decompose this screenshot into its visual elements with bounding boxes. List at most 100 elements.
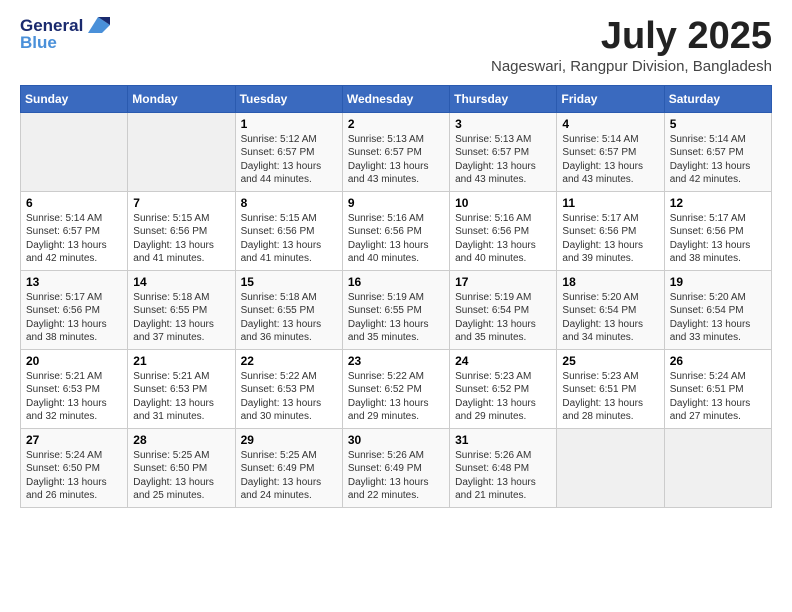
day-cell bbox=[557, 428, 664, 507]
day-number: 13 bbox=[26, 275, 122, 289]
day-cell: 9 Sunrise: 5:16 AMSunset: 6:56 PMDaylight… bbox=[342, 191, 449, 270]
day-cell: 15 Sunrise: 5:18 AMSunset: 6:55 PMDayligh… bbox=[235, 270, 342, 349]
day-info: Sunrise: 5:21 AMSunset: 6:53 PMDaylight:… bbox=[133, 370, 229, 424]
day-info: Sunrise: 5:19 AMSunset: 6:54 PMDaylight:… bbox=[455, 291, 551, 345]
day-cell: 5 Sunrise: 5:14 AMSunset: 6:57 PMDaylight… bbox=[664, 112, 771, 191]
day-info: Sunrise: 5:22 AMSunset: 6:52 PMDaylight:… bbox=[348, 370, 444, 424]
day-cell: 21 Sunrise: 5:21 AMSunset: 6:53 PMDayligh… bbox=[128, 349, 235, 428]
day-number: 28 bbox=[133, 433, 229, 447]
day-number: 24 bbox=[455, 354, 551, 368]
day-info: Sunrise: 5:14 AMSunset: 6:57 PMDaylight:… bbox=[26, 212, 122, 266]
day-number: 23 bbox=[348, 354, 444, 368]
day-cell: 20Sunrise: 5:21 AMSunset: 6:53 PMDayligh… bbox=[21, 349, 128, 428]
day-info: Sunrise: 5:15 AMSunset: 6:56 PMDaylight:… bbox=[133, 212, 229, 266]
day-number: 8 bbox=[241, 196, 337, 210]
day-cell: 19 Sunrise: 5:20 AMSunset: 6:54 PMDayligh… bbox=[664, 270, 771, 349]
day-number: 9 bbox=[348, 196, 444, 210]
day-number: 27 bbox=[26, 433, 122, 447]
day-number: 5 bbox=[670, 117, 766, 131]
day-info: Sunrise: 5:14 AMSunset: 6:57 PMDaylight:… bbox=[670, 133, 766, 187]
day-cell: 2Sunrise: 5:13 AMSunset: 6:57 PMDaylight… bbox=[342, 112, 449, 191]
day-info: Sunrise: 5:17 AMSunset: 6:56 PMDaylight:… bbox=[562, 212, 658, 266]
day-number: 25 bbox=[562, 354, 658, 368]
day-cell: 28 Sunrise: 5:25 AMSunset: 6:50 PMDayligh… bbox=[128, 428, 235, 507]
day-info: Sunrise: 5:16 AMSunset: 6:56 PMDaylight:… bbox=[348, 212, 444, 266]
day-number: 1 bbox=[241, 117, 337, 131]
day-number: 17 bbox=[455, 275, 551, 289]
day-info: Sunrise: 5:15 AMSunset: 6:56 PMDaylight:… bbox=[241, 212, 337, 266]
header-row: Sunday Monday Tuesday Wednesday Thursday… bbox=[21, 85, 772, 112]
day-info: Sunrise: 5:14 AMSunset: 6:57 PMDaylight:… bbox=[562, 133, 658, 187]
col-saturday: Saturday bbox=[664, 85, 771, 112]
day-number: 3 bbox=[455, 117, 551, 131]
day-number: 2 bbox=[348, 117, 444, 131]
col-monday: Monday bbox=[128, 85, 235, 112]
day-info: Sunrise: 5:18 AMSunset: 6:55 PMDaylight:… bbox=[241, 291, 337, 345]
day-cell: 23 Sunrise: 5:22 AMSunset: 6:52 PMDayligh… bbox=[342, 349, 449, 428]
day-info: Sunrise: 5:26 AMSunset: 6:48 PMDaylight:… bbox=[455, 449, 551, 503]
day-number: 29 bbox=[241, 433, 337, 447]
day-cell bbox=[21, 112, 128, 191]
day-number: 26 bbox=[670, 354, 766, 368]
day-info: Sunrise: 5:20 AMSunset: 6:54 PMDaylight:… bbox=[562, 291, 658, 345]
logo-icon bbox=[88, 17, 110, 33]
day-cell: 30Sunrise: 5:26 AMSunset: 6:49 PMDayligh… bbox=[342, 428, 449, 507]
day-cell bbox=[128, 112, 235, 191]
day-cell: 16 Sunrise: 5:19 AMSunset: 6:55 PMDayligh… bbox=[342, 270, 449, 349]
day-info: Sunrise: 5:24 AMSunset: 6:50 PMDaylight:… bbox=[26, 449, 122, 503]
logo: General Blue bbox=[20, 16, 110, 53]
col-tuesday: Tuesday bbox=[235, 85, 342, 112]
week-row-3: 20Sunrise: 5:21 AMSunset: 6:53 PMDayligh… bbox=[21, 349, 772, 428]
day-cell: 29Sunrise: 5:25 AMSunset: 6:49 PMDayligh… bbox=[235, 428, 342, 507]
day-number: 19 bbox=[670, 275, 766, 289]
day-number: 22 bbox=[241, 354, 337, 368]
day-info: Sunrise: 5:24 AMSunset: 6:51 PMDaylight:… bbox=[670, 370, 766, 424]
day-cell: 25 Sunrise: 5:23 AMSunset: 6:51 PMDayligh… bbox=[557, 349, 664, 428]
title-area: July 2025 Nageswari, Rangpur Division, B… bbox=[491, 16, 772, 75]
day-cell: 3 Sunrise: 5:13 AMSunset: 6:57 PMDaylight… bbox=[450, 112, 557, 191]
day-info: Sunrise: 5:18 AMSunset: 6:55 PMDaylight:… bbox=[133, 291, 229, 345]
day-cell: 1 Sunrise: 5:12 AMSunset: 6:57 PMDaylight… bbox=[235, 112, 342, 191]
day-cell: 11Sunrise: 5:17 AMSunset: 6:56 PMDayligh… bbox=[557, 191, 664, 270]
day-cell: 22 Sunrise: 5:22 AMSunset: 6:53 PMDayligh… bbox=[235, 349, 342, 428]
day-info: Sunrise: 5:21 AMSunset: 6:53 PMDaylight:… bbox=[26, 370, 122, 424]
col-sunday: Sunday bbox=[21, 85, 128, 112]
day-number: 15 bbox=[241, 275, 337, 289]
week-row-0: 1 Sunrise: 5:12 AMSunset: 6:57 PMDaylight… bbox=[21, 112, 772, 191]
day-number: 14 bbox=[133, 275, 229, 289]
day-info: Sunrise: 5:20 AMSunset: 6:54 PMDaylight:… bbox=[670, 291, 766, 345]
day-info: Sunrise: 5:17 AMSunset: 6:56 PMDaylight:… bbox=[26, 291, 122, 345]
day-cell: 17 Sunrise: 5:19 AMSunset: 6:54 PMDayligh… bbox=[450, 270, 557, 349]
day-info: Sunrise: 5:12 AMSunset: 6:57 PMDaylight:… bbox=[241, 133, 337, 187]
day-info: Sunrise: 5:23 AMSunset: 6:51 PMDaylight:… bbox=[562, 370, 658, 424]
day-number: 18 bbox=[562, 275, 658, 289]
day-cell: 10Sunrise: 5:16 AMSunset: 6:56 PMDayligh… bbox=[450, 191, 557, 270]
week-row-2: 13 Sunrise: 5:17 AMSunset: 6:56 PMDayligh… bbox=[21, 270, 772, 349]
day-number: 30 bbox=[348, 433, 444, 447]
day-number: 16 bbox=[348, 275, 444, 289]
day-number: 21 bbox=[133, 354, 229, 368]
day-cell: 31 Sunrise: 5:26 AMSunset: 6:48 PMDayligh… bbox=[450, 428, 557, 507]
col-friday: Friday bbox=[557, 85, 664, 112]
day-number: 4 bbox=[562, 117, 658, 131]
day-info: Sunrise: 5:17 AMSunset: 6:56 PMDaylight:… bbox=[670, 212, 766, 266]
day-cell: 4 Sunrise: 5:14 AMSunset: 6:57 PMDaylight… bbox=[557, 112, 664, 191]
day-cell: 13 Sunrise: 5:17 AMSunset: 6:56 PMDayligh… bbox=[21, 270, 128, 349]
day-cell: 12 Sunrise: 5:17 AMSunset: 6:56 PMDayligh… bbox=[664, 191, 771, 270]
week-row-4: 27 Sunrise: 5:24 AMSunset: 6:50 PMDayligh… bbox=[21, 428, 772, 507]
day-number: 12 bbox=[670, 196, 766, 210]
day-cell: 7Sunrise: 5:15 AMSunset: 6:56 PMDaylight… bbox=[128, 191, 235, 270]
day-cell: 14 Sunrise: 5:18 AMSunset: 6:55 PMDayligh… bbox=[128, 270, 235, 349]
page-header: General Blue July 2025 Nageswari, Rangpu… bbox=[20, 16, 772, 75]
day-cell: 27 Sunrise: 5:24 AMSunset: 6:50 PMDayligh… bbox=[21, 428, 128, 507]
day-number: 6 bbox=[26, 196, 122, 210]
day-cell: 6 Sunrise: 5:14 AMSunset: 6:57 PMDaylight… bbox=[21, 191, 128, 270]
day-info: Sunrise: 5:25 AMSunset: 6:50 PMDaylight:… bbox=[133, 449, 229, 503]
day-number: 31 bbox=[455, 433, 551, 447]
day-cell: 26 Sunrise: 5:24 AMSunset: 6:51 PMDayligh… bbox=[664, 349, 771, 428]
day-info: Sunrise: 5:22 AMSunset: 6:53 PMDaylight:… bbox=[241, 370, 337, 424]
day-info: Sunrise: 5:13 AMSunset: 6:57 PMDaylight:… bbox=[455, 133, 551, 187]
calendar-table: Sunday Monday Tuesday Wednesday Thursday… bbox=[20, 85, 772, 508]
day-info: Sunrise: 5:19 AMSunset: 6:55 PMDaylight:… bbox=[348, 291, 444, 345]
day-cell: 24Sunrise: 5:23 AMSunset: 6:52 PMDayligh… bbox=[450, 349, 557, 428]
